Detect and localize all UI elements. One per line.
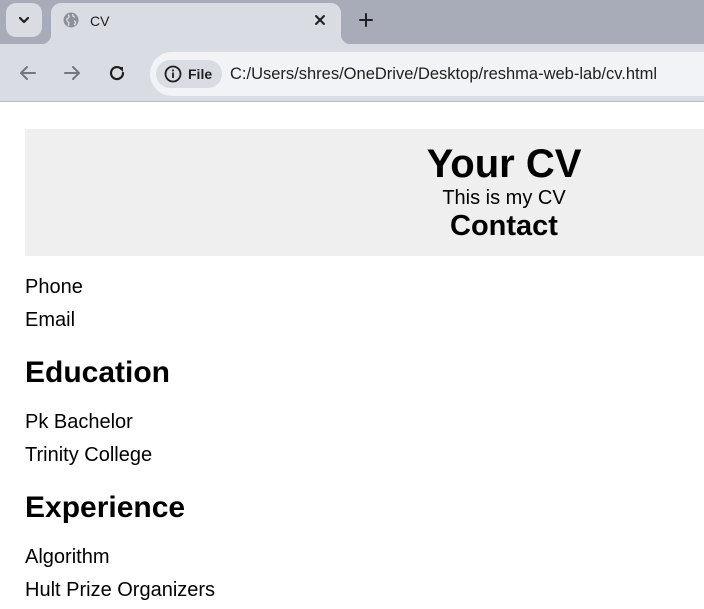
contact-phone: Phone	[25, 276, 83, 298]
site-info-chip[interactable]: File	[156, 60, 223, 88]
page-title: Your CV	[426, 142, 582, 186]
browser-toolbar: File C:/Users/shres/OneDrive/Desktop/res…	[0, 44, 704, 102]
education-item: Trinity College	[25, 444, 153, 466]
close-icon	[315, 15, 325, 25]
forward-button[interactable]	[61, 62, 83, 84]
new-tab-button[interactable]	[354, 8, 378, 32]
cv-header: Your CV This is my CV Contact	[25, 129, 704, 256]
contact-heading: Contact	[450, 210, 558, 242]
globe-icon	[63, 12, 79, 28]
contact-email: Email	[25, 309, 76, 331]
browser-tab[interactable]: CV	[41, 3, 351, 44]
forward-arrow-icon	[64, 66, 80, 80]
back-arrow-icon	[20, 66, 36, 80]
tab-strip: CV	[0, 0, 704, 44]
tab-close-button[interactable]	[309, 9, 331, 31]
tab-title: CV	[90, 13, 110, 29]
tab-search-button[interactable]	[6, 3, 42, 37]
education-item: Pk Bachelor	[25, 411, 133, 433]
back-button[interactable]	[17, 62, 39, 84]
reload-button[interactable]	[106, 62, 128, 84]
reload-icon	[109, 66, 125, 81]
address-bar[interactable]: File C:/Users/shres/OneDrive/Desktop/res…	[150, 52, 704, 96]
experience-item: Hult Prize Organizers	[25, 579, 216, 601]
chevron-down-icon	[18, 16, 30, 24]
address-url[interactable]: C:/Users/shres/OneDrive/Desktop/reshma-w…	[230, 65, 657, 84]
page-subtitle: This is my CV	[442, 187, 566, 209]
site-info-label: File	[188, 66, 213, 82]
experience-item: Algorithm	[25, 546, 110, 568]
page-content: Your CV This is my CV Contact Phone Emai…	[0, 103, 704, 609]
education-heading: Education	[25, 356, 171, 389]
experience-heading: Experience	[25, 491, 186, 524]
plus-icon	[359, 13, 373, 27]
info-icon	[164, 65, 182, 83]
